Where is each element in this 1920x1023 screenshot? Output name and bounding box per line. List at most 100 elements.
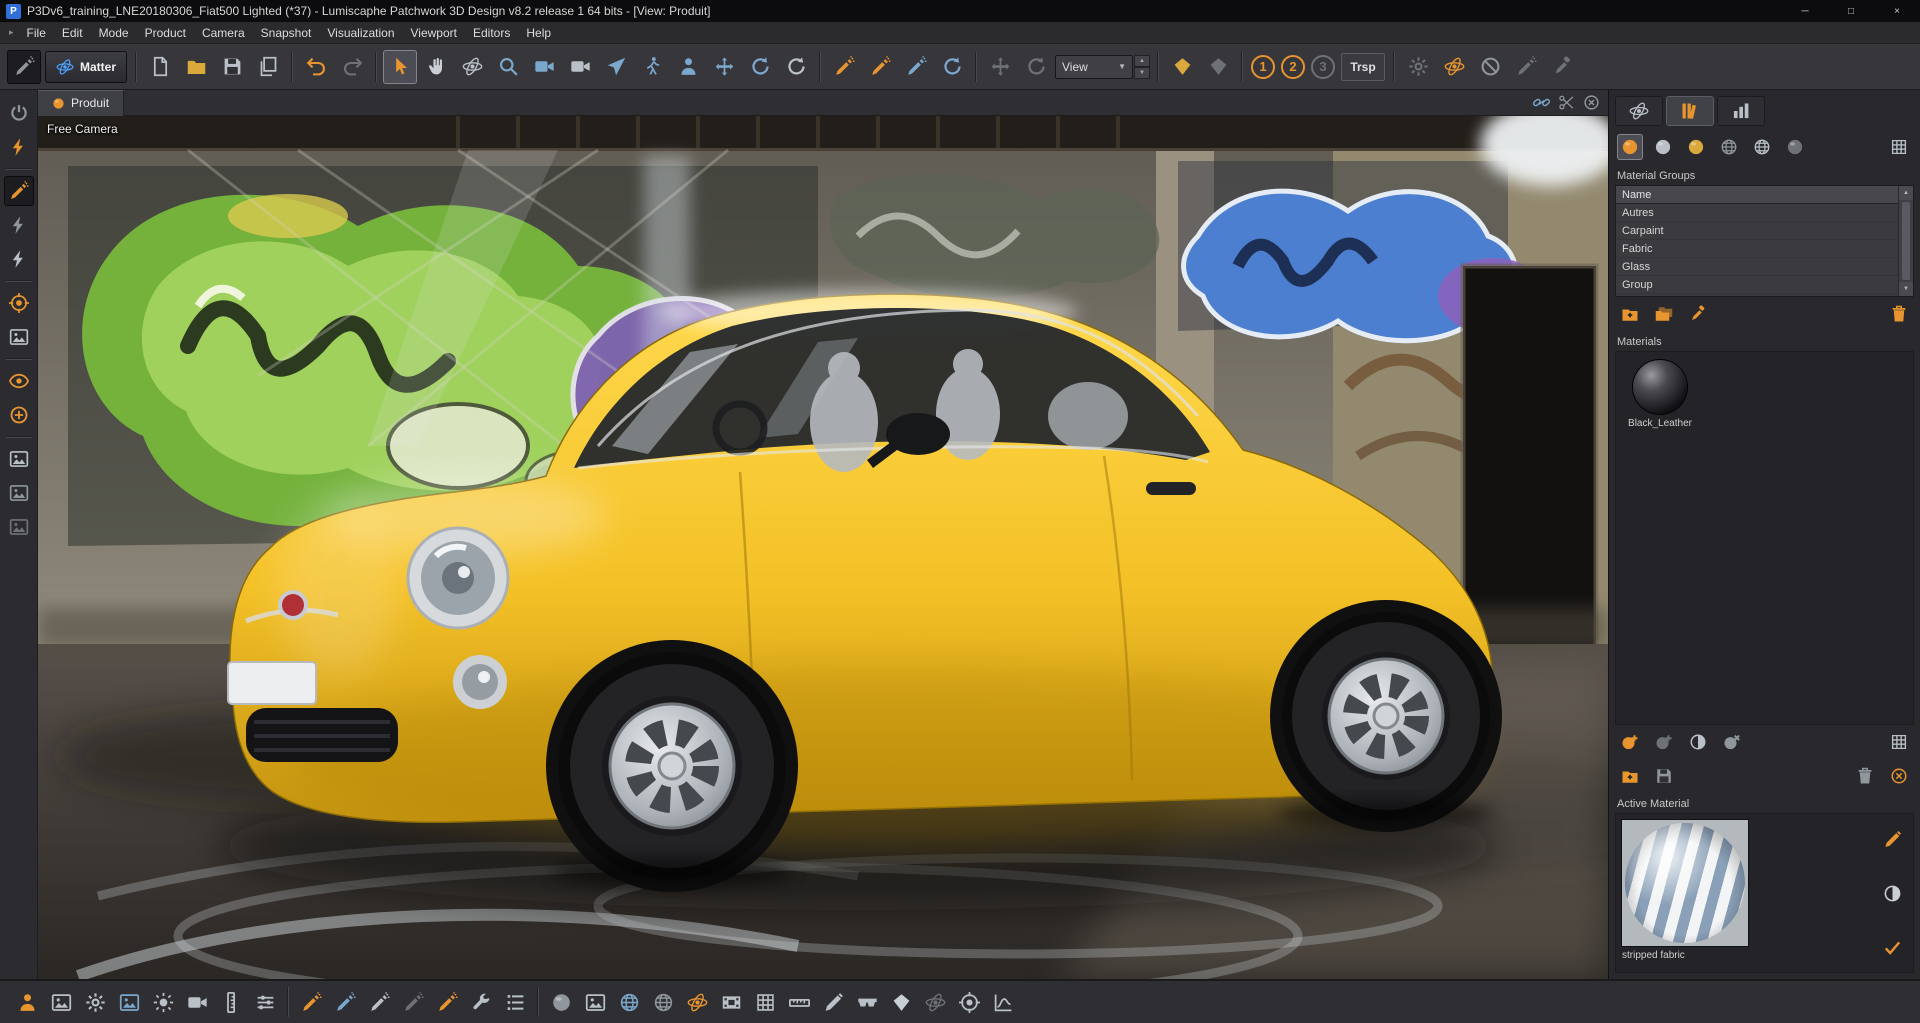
scroll-up-icon[interactable]: ▲ [1899, 186, 1913, 200]
pick-disabled-button[interactable] [1545, 50, 1579, 84]
duplicate-material-button[interactable] [1651, 729, 1677, 755]
grid-view-button[interactable] [1886, 134, 1912, 160]
paint-orbit-button[interactable] [363, 986, 395, 1018]
checklist-button[interactable] [499, 986, 531, 1018]
lighting-button[interactable] [4, 132, 34, 162]
menu-viewport[interactable]: Viewport [403, 22, 465, 44]
snapshot-batch-button[interactable] [45, 986, 77, 1018]
active-material-thumbnail[interactable] [1622, 820, 1748, 946]
save-copy-button[interactable] [251, 50, 285, 84]
paint-pin-button[interactable] [329, 986, 361, 1018]
groups-header-name[interactable]: Name [1616, 186, 1898, 204]
unlink-scissors-icon[interactable] [1558, 94, 1575, 111]
world-filter[interactable] [1749, 134, 1775, 160]
gizmo-button[interactable] [4, 288, 34, 318]
paint-apply-button[interactable] [863, 50, 897, 84]
power-button[interactable] [4, 98, 34, 128]
translate-gizmo-button[interactable] [707, 50, 741, 84]
gem-button[interactable] [885, 986, 917, 1018]
plumb-ruler-button[interactable] [215, 986, 247, 1018]
paint-mode-button[interactable] [7, 50, 41, 84]
group-row-fabric[interactable]: Fabric [1616, 240, 1898, 258]
minimize-button[interactable]: ─ [1782, 0, 1828, 22]
group-row-glass[interactable]: Glass [1616, 258, 1898, 276]
annotation-button[interactable] [4, 478, 34, 508]
tab-statistics[interactable] [1717, 96, 1765, 126]
airbrush-tool-button[interactable] [4, 176, 34, 206]
layer-3-badge[interactable]: 3 [1311, 55, 1335, 79]
rotate-disabled-button[interactable] [1019, 50, 1053, 84]
environment-globe-button[interactable] [613, 986, 645, 1018]
menu-camera[interactable]: Camera [194, 22, 253, 44]
material-sphere-button[interactable] [545, 986, 577, 1018]
layer-1-badge[interactable]: 1 [1251, 55, 1275, 79]
transparency-button[interactable]: Trsp [1341, 53, 1385, 81]
visibility-button[interactable] [4, 366, 34, 396]
save-button[interactable] [215, 50, 249, 84]
rotate-gizmo-button[interactable] [743, 50, 777, 84]
material-paint-filter[interactable] [1683, 134, 1709, 160]
paint-disabled-button[interactable] [1509, 50, 1543, 84]
walk-tool-button[interactable] [635, 50, 669, 84]
measure-button[interactable] [783, 986, 815, 1018]
paint-validate-button[interactable] [431, 986, 463, 1018]
focus-target-button[interactable] [953, 986, 985, 1018]
pose-button[interactable] [11, 986, 43, 1018]
background-button[interactable] [4, 322, 34, 352]
disable-overlay-button[interactable] [1473, 50, 1507, 84]
material-item[interactable]: Black_Leather [1624, 360, 1696, 429]
camera-orbit-button[interactable] [563, 50, 597, 84]
undo-button[interactable] [299, 50, 333, 84]
orbit-dark-button[interactable] [919, 986, 951, 1018]
group-row-group[interactable]: Group [1616, 276, 1898, 294]
close-button[interactable]: × [1874, 0, 1920, 22]
scroll-thumb[interactable] [1902, 202, 1910, 280]
menu-product[interactable]: Product [137, 22, 194, 44]
world-globe-button[interactable] [647, 986, 679, 1018]
paint-place-button[interactable] [827, 50, 861, 84]
materials-grid-view-button[interactable] [1886, 729, 1912, 755]
curve-editor-button[interactable] [987, 986, 1019, 1018]
fly-tool-button[interactable] [599, 50, 633, 84]
delete-material-button[interactable] [1852, 763, 1878, 789]
menu-help[interactable]: Help [518, 22, 559, 44]
edit-material-button[interactable] [1879, 826, 1905, 852]
flash-tool-button[interactable] [4, 210, 34, 240]
paint-rotate-button[interactable] [935, 50, 969, 84]
environment-filter[interactable] [1716, 134, 1742, 160]
new-document-button[interactable] [143, 50, 177, 84]
material-checker-filter[interactable] [1650, 134, 1676, 160]
camera-view-button[interactable] [527, 50, 561, 84]
photo-button[interactable] [579, 986, 611, 1018]
keyboard-button[interactable] [749, 986, 781, 1018]
tools-button[interactable] [465, 986, 497, 1018]
material-basic-filter[interactable] [1617, 134, 1643, 160]
menu-file[interactable]: File [19, 22, 54, 44]
orbit-tool-button[interactable] [455, 50, 489, 84]
add-group-button[interactable] [1617, 301, 1643, 327]
flash-config-button[interactable] [4, 244, 34, 274]
import-library-button[interactable] [1617, 763, 1643, 789]
matter-mode-button[interactable]: Matter [45, 51, 127, 83]
stereo-button[interactable] [851, 986, 883, 1018]
pan-tool-button[interactable] [419, 50, 453, 84]
add-item-button[interactable] [4, 400, 34, 430]
open-button[interactable] [179, 50, 213, 84]
sun-light-button[interactable] [147, 986, 179, 1018]
paint-sun-button[interactable] [295, 986, 327, 1018]
tab-material-library[interactable] [1666, 96, 1714, 126]
move-disabled-button[interactable] [983, 50, 1017, 84]
zoom-tool-button[interactable] [491, 50, 525, 84]
remove-material-button[interactable] [1719, 729, 1745, 755]
menu-visualization[interactable]: Visualization [319, 22, 402, 44]
redo-button[interactable] [335, 50, 369, 84]
watermark-button[interactable] [4, 512, 34, 542]
atom-render-button[interactable] [681, 986, 713, 1018]
layer-2-badge[interactable]: 2 [1281, 55, 1305, 79]
spin-up-button[interactable]: ▲ [1134, 55, 1150, 67]
group-row-carpaint[interactable]: Carpaint [1616, 222, 1898, 240]
menu-snapshot[interactable]: Snapshot [253, 22, 320, 44]
adjustments-button[interactable] [249, 986, 281, 1018]
close-view-icon[interactable] [1583, 94, 1600, 111]
sphere-dim-filter[interactable] [1782, 134, 1808, 160]
